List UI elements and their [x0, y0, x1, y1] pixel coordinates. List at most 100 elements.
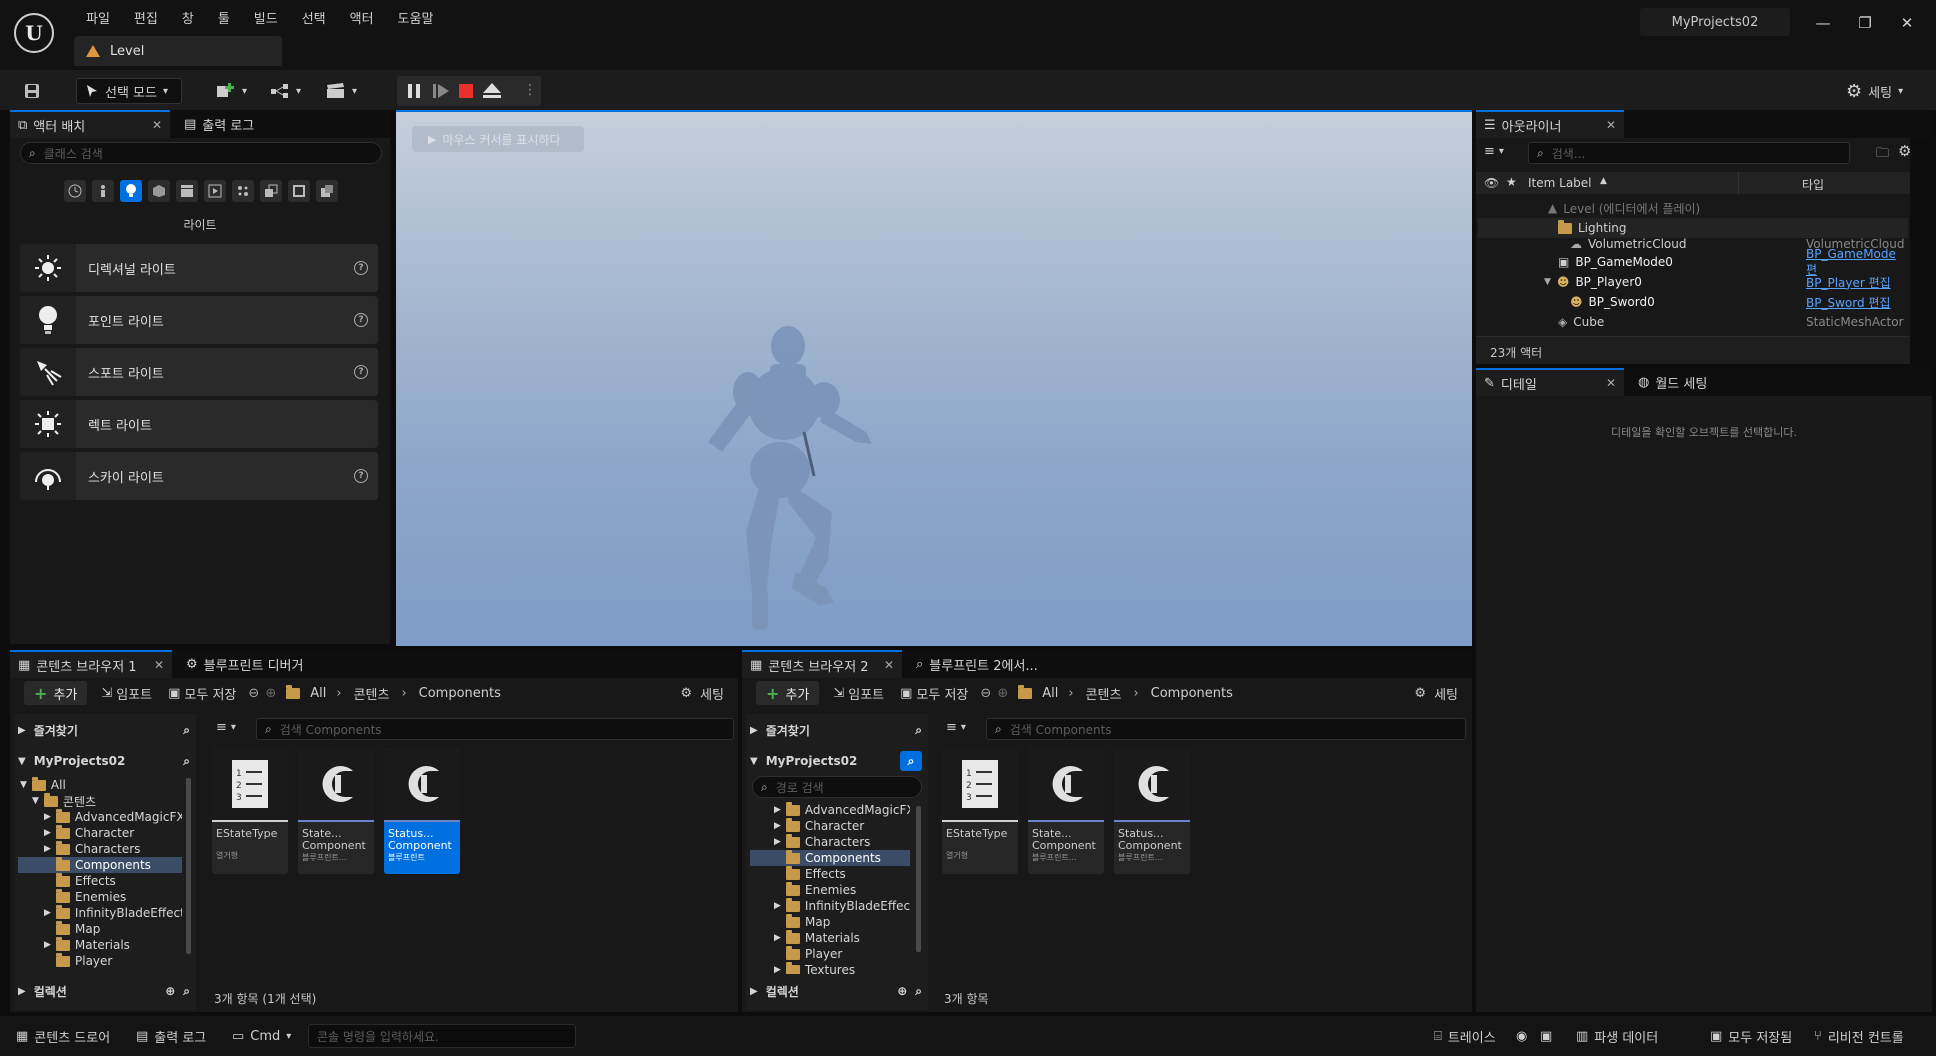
search-icon[interactable]: ⌕: [915, 984, 922, 999]
tree-item[interactable]: ▶ Characters: [750, 834, 910, 850]
frame-skip-icon[interactable]: [433, 84, 449, 98]
outliner-row[interactable]: ☻ BP_Sword0 BP_Sword 편집: [1478, 292, 1908, 312]
asset-tile[interactable]: State... Component 블루프린트...: [298, 748, 374, 874]
menu-window[interactable]: 창: [170, 10, 206, 30]
cb1-settings-button[interactable]: ⚙ 세팅: [680, 684, 724, 703]
outliner-row[interactable]: ▼ ☻ BP_Player0 BP_Player 편집: [1478, 272, 1908, 292]
tab-blueprint-search[interactable]: ⌕ 블루프린트 2에서...: [908, 650, 1068, 678]
tree-scrollbar[interactable]: [186, 778, 191, 954]
tree-item[interactable]: ▼ 콘텐츠: [18, 793, 182, 809]
add-collection-icon[interactable]: ⊕: [897, 984, 907, 998]
asset-tile-selected[interactable]: Status... Component 블루프린트: [384, 748, 460, 874]
tree-item[interactable]: Player: [750, 946, 910, 962]
trace-button[interactable]: ⌸ 트레이스: [1434, 1024, 1496, 1048]
breadcrumb-all[interactable]: All: [1042, 686, 1058, 701]
menu-build[interactable]: 빌드: [242, 10, 290, 30]
back-icon[interactable]: ⊖: [980, 686, 991, 701]
tree-item[interactable]: ▶ Character: [750, 818, 910, 834]
close-tab-icon[interactable]: ✕: [1606, 118, 1616, 132]
tree-item[interactable]: Player: [18, 953, 182, 969]
asset-tile[interactable]: 1 2 3 EStateType 열거형: [942, 748, 1018, 874]
minimize-icon[interactable]: —: [1810, 12, 1836, 34]
cinematics-button[interactable]: ▾: [326, 78, 357, 104]
collections-header[interactable]: ▶ 컬렉션 ⊕ ⌕: [750, 980, 922, 1002]
spot-light-item[interactable]: 스포트 라이트 ?: [20, 348, 378, 396]
derived-data-button[interactable]: ▥ 파생 데이터: [1576, 1024, 1658, 1048]
add-button[interactable]: + 추가: [24, 681, 88, 705]
output-log-button[interactable]: ▤ 출력 로그: [136, 1024, 206, 1048]
tree-scrollbar[interactable]: [916, 806, 921, 952]
add-collection-icon[interactable]: ⊕: [165, 984, 175, 998]
tree-item[interactable]: ▶ AdvancedMagicFX: [18, 809, 182, 825]
asset-tile[interactable]: State... Component 블루프린트...: [1028, 748, 1104, 874]
tree-item[interactable]: ▶ AdvancedMagicFX: [750, 802, 910, 818]
more-options-icon[interactable]: ⋮: [523, 82, 537, 98]
cmd-dropdown[interactable]: ▭ Cmd ▾: [232, 1024, 291, 1048]
expand-arrow-icon[interactable]: ▼: [1544, 277, 1551, 287]
breadcrumb-components[interactable]: Components: [1151, 686, 1233, 701]
cinematic-category-icon[interactable]: [176, 180, 198, 202]
directional-light-item[interactable]: 디렉셔널 라이트 ?: [20, 244, 378, 292]
save-all-button[interactable]: ▣ 모두 저장: [168, 684, 236, 703]
cb2-settings-button[interactable]: ⚙ 세팅: [1414, 684, 1458, 703]
project-header[interactable]: ▼ MyProjects02 ⌕: [18, 750, 190, 772]
tree-item[interactable]: ▶ Materials: [750, 930, 910, 946]
menu-actor[interactable]: 액터: [338, 10, 386, 30]
tree-item[interactable]: ▶ InfinityBladeEffects: [18, 905, 182, 921]
record-icon[interactable]: ◉: [1516, 1024, 1527, 1048]
tab-content-browser-1[interactable]: ▦ 콘텐츠 브라우저 1 ✕: [10, 650, 172, 678]
menu-tools[interactable]: 툴: [206, 10, 242, 30]
menu-help[interactable]: 도움말: [386, 10, 446, 30]
add-folder-icon[interactable]: 🗀: [1876, 144, 1889, 166]
basic-category-icon[interactable]: [92, 180, 114, 202]
tree-item[interactable]: ▶ InfinityBladeEffects: [750, 898, 910, 914]
eject-icon[interactable]: [483, 83, 501, 99]
tree-item[interactable]: Enemies: [18, 889, 182, 905]
all-classes-category-icon[interactable]: [260, 180, 282, 202]
outliner-row[interactable]: ▣ BP_GameMode0 BP_GameMode 편: [1478, 247, 1908, 277]
save-icon[interactable]: [24, 78, 40, 104]
shapes-category-icon[interactable]: [148, 180, 170, 202]
recent-category-icon[interactable]: [64, 180, 86, 202]
outliner-row[interactable]: ▲ Level (에디터에서 플레이): [1478, 198, 1908, 218]
revision-control-button[interactable]: ⑂ 리비전 컨트롤: [1814, 1024, 1904, 1048]
favorites-header[interactable]: ▶ 즐겨찾기 ⌕: [18, 719, 190, 741]
menu-file[interactable]: 파일: [74, 10, 122, 30]
save-status-button[interactable]: ▣ 모두 저장됨: [1710, 1024, 1792, 1048]
tree-item[interactable]: Map: [750, 914, 910, 930]
visibility-icon[interactable]: 👁: [1484, 176, 1499, 190]
forward-icon[interactable]: ⊕: [265, 686, 276, 701]
forward-icon[interactable]: ⊕: [997, 686, 1008, 701]
outliner-search-input[interactable]: ⌕ 검색...: [1528, 142, 1850, 164]
volumes-category-icon[interactable]: [232, 180, 254, 202]
path-search-input[interactable]: ⌕ 경로 검색: [752, 776, 922, 798]
tree-item[interactable]: ▶ Materials: [18, 937, 182, 953]
search-icon[interactable]: ⌕: [183, 754, 190, 769]
rect-light-item[interactable]: 렉트 라이트: [20, 400, 378, 448]
point-light-item[interactable]: 포인트 라이트 ?: [20, 296, 378, 344]
help-icon[interactable]: ?: [354, 313, 368, 327]
row-type-link[interactable]: BP_Player 편집: [1806, 274, 1891, 291]
tab-output-log[interactable]: ▤ 출력 로그: [176, 110, 326, 138]
level-tab[interactable]: Level: [74, 36, 282, 66]
stop-icon[interactable]: [459, 84, 473, 98]
help-icon[interactable]: ?: [354, 469, 368, 483]
filter-button[interactable]: ≡ ▾: [1484, 144, 1504, 159]
settings-button[interactable]: ⚙ 세팅 ▾: [1846, 78, 1903, 104]
tree-item-selected[interactable]: Components: [18, 857, 182, 873]
save-all-button[interactable]: ▣ 모두 저장: [900, 684, 968, 703]
search-icon[interactable]: ⌕: [900, 751, 922, 771]
breadcrumb-all[interactable]: All: [310, 686, 326, 701]
restore-icon[interactable]: ❐: [1852, 12, 1878, 34]
level-viewport[interactable]: ▶ 마우스 커서를 표시하다: [396, 110, 1472, 646]
pause-icon[interactable]: [407, 84, 421, 98]
tab-outliner[interactable]: ☰ 아웃라이너 ✕: [1476, 110, 1624, 138]
tab-content-browser-2[interactable]: ▦ 콘텐츠 브라우저 2 ✕: [742, 650, 902, 678]
content-drawer-button[interactable]: ▦ 콘텐츠 드로어: [16, 1024, 110, 1048]
close-window-icon[interactable]: ✕: [1894, 12, 1920, 34]
filter-button[interactable]: ≡ ▾: [216, 720, 236, 735]
tab-details[interactable]: ✎ 디테일 ✕: [1476, 368, 1624, 396]
close-tab-icon[interactable]: ✕: [884, 658, 894, 672]
close-tab-icon[interactable]: ✕: [1606, 376, 1616, 390]
asset-tile[interactable]: 1 2 3 EStateType 열거형: [212, 748, 288, 874]
